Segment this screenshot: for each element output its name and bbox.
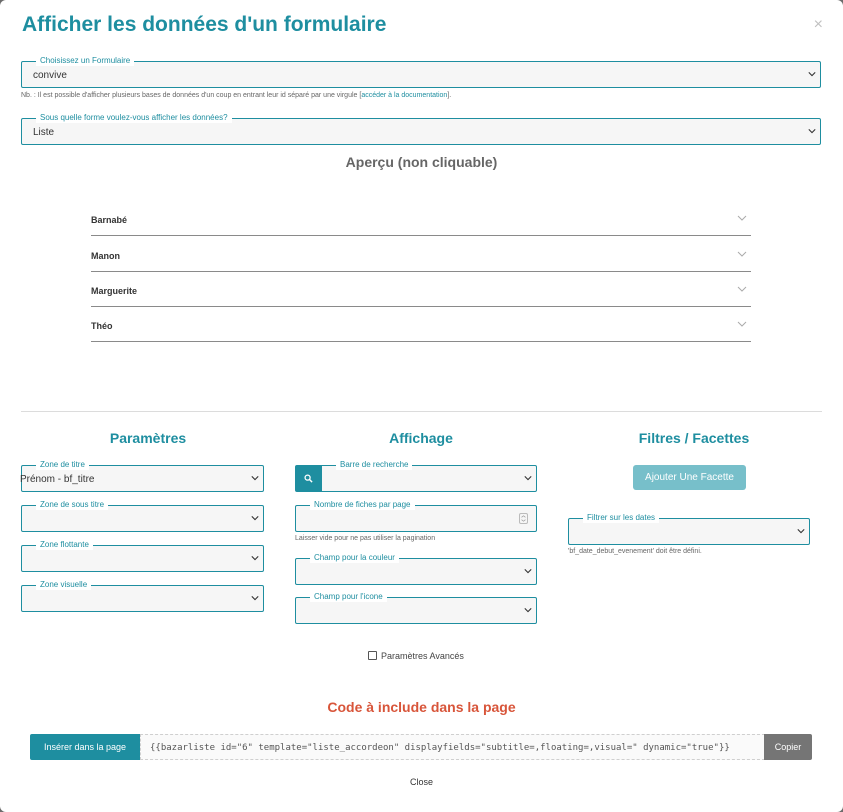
parametres-title: Paramètres <box>109 430 187 446</box>
preview-title: Aperçu (non cliquable) <box>345 154 498 170</box>
zone-flottante-legend: Zone flottante <box>36 540 93 550</box>
number-stepper-icon[interactable] <box>519 513 528 524</box>
filtres-title: Filtres / Facettes <box>638 430 750 446</box>
close-icon[interactable]: × <box>814 17 823 33</box>
zone-titre-legend: Zone de titre <box>36 460 89 470</box>
accordion-item: Barnabé <box>91 201 751 236</box>
zone-visuelle-select[interactable]: Zone visuelle <box>21 580 264 612</box>
form-select-hint-end: ]. <box>447 92 452 99</box>
chevron-down-icon <box>808 72 816 77</box>
champ-couleur-legend: Champ pour la couleur <box>310 553 399 563</box>
advanced-params-toggle[interactable]: Paramètres Avancés <box>368 647 464 665</box>
form-select-value: convive <box>33 70 67 81</box>
chevron-down-icon <box>808 129 816 134</box>
barre-recherche-legend: Barre de recherche <box>336 460 413 470</box>
filtrer-dates-select[interactable]: Filtrer sur les dates <box>568 513 810 545</box>
accordion-item-label: Manon <box>91 251 120 261</box>
modal-title: Afficher les données d'un formulaire <box>22 13 387 36</box>
chevron-down-icon <box>737 251 747 257</box>
zone-titre-value: Prénom - bf_titre <box>20 474 95 485</box>
section-divider <box>21 411 822 412</box>
zone-sous-titre-legend: Zone de sous titre <box>36 500 109 510</box>
form-select[interactable]: Choisissez un Formulaire convive <box>21 56 821 88</box>
insert-into-page-button[interactable]: Insérer dans la page <box>30 734 140 760</box>
zone-visuelle-legend: Zone visuelle <box>36 580 92 590</box>
zone-titre-select[interactable]: Zone de titre Prénom - bf_titre <box>20 460 264 492</box>
display-type-legend: Sous quelle forme voulez-vous afficher l… <box>36 113 232 123</box>
champ-couleur-select[interactable]: Champ pour la couleur <box>295 553 537 585</box>
zone-flottante-select[interactable]: Zone flottante <box>21 540 264 572</box>
add-facet-button[interactable]: Ajouter Une Facette <box>633 465 746 490</box>
chevron-down-icon <box>737 286 747 292</box>
advanced-params-label: Paramètres Avancés <box>381 650 464 661</box>
accordion-item-label: Théo <box>91 321 113 331</box>
close-button[interactable]: Close <box>0 777 843 787</box>
chevron-down-icon <box>737 215 747 221</box>
nombre-fiches-legend: Nombre de fiches par page <box>310 500 415 510</box>
code-section-title: Code à include dans la page <box>327 699 516 715</box>
barre-recherche-select[interactable]: Barre de recherche <box>321 460 537 492</box>
chevron-down-icon <box>737 321 747 327</box>
form-select-legend: Choisissez un Formulaire <box>36 56 135 66</box>
affichage-title: Affichage <box>389 430 453 446</box>
advanced-params-checkbox[interactable] <box>368 651 377 661</box>
display-type-value: Liste <box>33 127 55 138</box>
copy-button[interactable]: Copier <box>764 734 812 760</box>
accordion-item-label: Marguerite <box>91 286 138 296</box>
nombre-fiches-hint: Laisser vide pour ne pas utiliser la pag… <box>295 535 436 542</box>
chevron-down-icon <box>251 476 259 481</box>
chevron-down-icon <box>797 529 805 534</box>
chevron-down-icon <box>524 569 532 574</box>
accordion-item: Théo <box>91 307 751 342</box>
chevron-down-icon <box>251 516 259 521</box>
champ-icone-select[interactable]: Champ pour l'icone <box>295 592 537 624</box>
chevron-down-icon <box>524 608 532 613</box>
chevron-down-icon <box>524 476 532 481</box>
filtrer-dates-legend: Filtrer sur les dates <box>583 513 660 523</box>
code-snippet[interactable]: {{bazarliste id="6" template="liste_acco… <box>140 734 765 760</box>
champ-icone-legend: Champ pour l'icone <box>310 592 387 602</box>
chevron-down-icon <box>251 556 259 561</box>
form-select-hint-text: Nb. : Il est possible d'afficher plusieu… <box>21 92 362 99</box>
accordion-item-label: Barnabé <box>91 215 128 225</box>
documentation-link[interactable]: accéder à la documentation <box>361 92 447 99</box>
search-button[interactable] <box>295 465 321 492</box>
accordion-item: Manon <box>91 237 751 272</box>
form-select-hint: Nb. : Il est possible d'afficher plusieu… <box>21 92 451 99</box>
accordion-item: Marguerite <box>91 272 751 307</box>
zone-sous-titre-select[interactable]: Zone de sous titre <box>21 500 264 532</box>
modal-dialog: Afficher les données d'un formulaire × C… <box>0 0 843 812</box>
chevron-down-icon <box>251 596 259 601</box>
nombre-fiches-input[interactable]: Nombre de fiches par page <box>295 500 537 532</box>
search-icon <box>304 474 313 483</box>
filtrer-dates-hint: 'bf_date_debut_evenement' doit être défi… <box>568 548 702 555</box>
display-type-select[interactable]: Sous quelle forme voulez-vous afficher l… <box>21 113 821 145</box>
